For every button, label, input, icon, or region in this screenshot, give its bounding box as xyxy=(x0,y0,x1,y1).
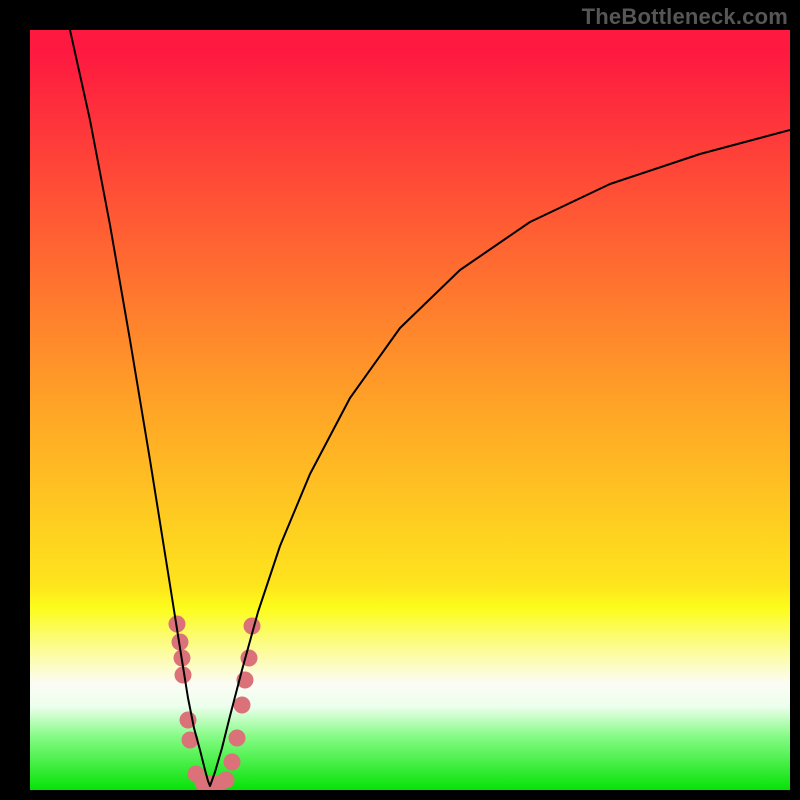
trough-dot xyxy=(229,730,246,747)
plot-area xyxy=(30,30,790,790)
trough-dot xyxy=(234,697,251,714)
chart-stage: TheBottleneck.com xyxy=(0,0,800,800)
watermark-text: TheBottleneck.com xyxy=(582,4,788,30)
frame-right xyxy=(790,0,800,800)
trough-dots-group xyxy=(169,616,261,791)
trough-dot xyxy=(224,754,241,771)
plot-svg xyxy=(30,30,790,790)
frame-left xyxy=(0,0,30,800)
trough-dot xyxy=(218,772,235,789)
frame-bottom xyxy=(0,790,800,800)
